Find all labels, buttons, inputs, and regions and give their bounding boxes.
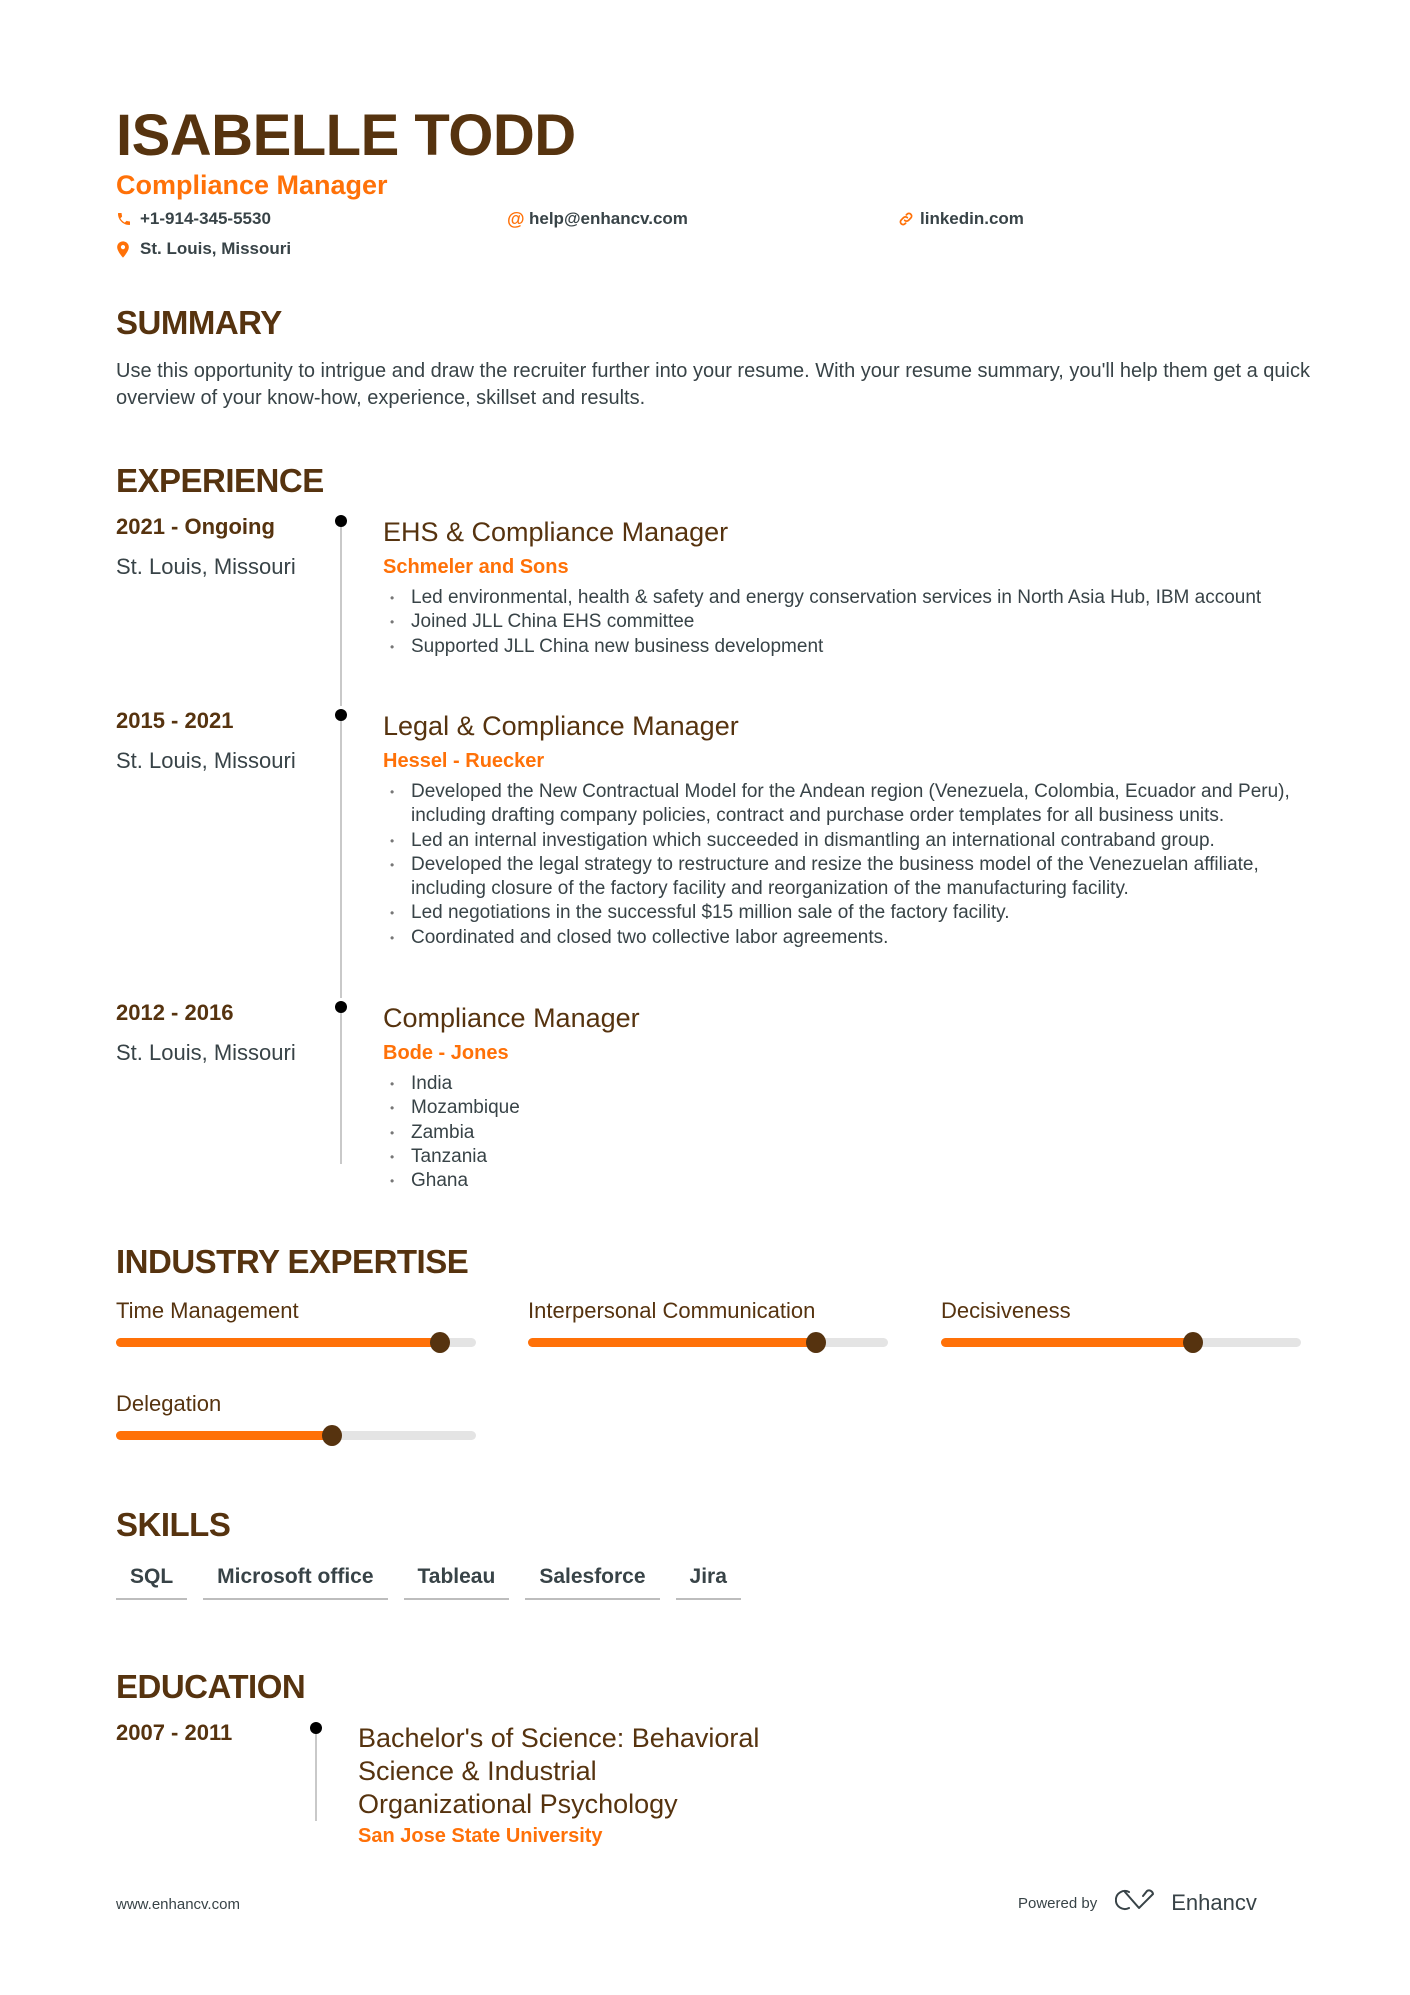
experience-company: Hessel - Ruecker bbox=[383, 750, 545, 772]
link-icon bbox=[898, 211, 920, 227]
expertise-bar-knob bbox=[430, 1332, 450, 1353]
expertise-bar-fill bbox=[941, 1338, 1193, 1347]
education-school: San Jose State University bbox=[358, 1825, 603, 1847]
expertise-bar-fill bbox=[116, 1431, 332, 1440]
expertise-label: Interpersonal Communication bbox=[528, 1298, 816, 1323]
expertise-bar bbox=[941, 1332, 1301, 1353]
expertise-bar-fill bbox=[528, 1338, 816, 1347]
skill-tag: SQL bbox=[116, 1562, 188, 1600]
skills-heading: SKILLS bbox=[116, 1506, 231, 1543]
bullet-item: Led environmental, health & safety and e… bbox=[383, 586, 1313, 611]
at-icon: @ bbox=[507, 209, 525, 229]
experience-title: EHS & Compliance Manager bbox=[383, 517, 729, 547]
expertise-label: Time Management bbox=[116, 1298, 299, 1323]
bullet-item: Mozambique bbox=[383, 1096, 1313, 1121]
brand-name: Enhancv bbox=[1171, 1890, 1257, 1915]
experience-dates: 2021 - Ongoing bbox=[116, 514, 275, 539]
experience-title: Legal & Compliance Manager bbox=[383, 711, 739, 741]
timeline-dot bbox=[310, 1722, 322, 1734]
skill-tag: Tableau bbox=[403, 1562, 510, 1600]
expertise-bar bbox=[116, 1332, 476, 1353]
experience-location: St. Louis, Missouri bbox=[116, 748, 296, 773]
experience-heading: EXPERIENCE bbox=[116, 462, 324, 499]
timeline-line bbox=[340, 521, 342, 706]
bullet-item: Joined JLL China EHS committee bbox=[383, 610, 1313, 635]
experience-location: St. Louis, Missouri bbox=[116, 554, 296, 579]
footer-website[interactable]: www.enhancv.com bbox=[116, 1896, 240, 1913]
expertise-heading: INDUSTRY EXPERTISE bbox=[116, 1243, 469, 1280]
experience-dates: 2012 - 2016 bbox=[116, 1000, 234, 1025]
experience-bullets: Led environmental, health & safety and e… bbox=[383, 586, 1313, 659]
experience-dates: 2015 - 2021 bbox=[116, 708, 234, 733]
phone-icon bbox=[116, 211, 140, 227]
bullet-item: Supported JLL China new business develop… bbox=[383, 635, 1313, 660]
experience-company: Bode - Jones bbox=[383, 1042, 509, 1064]
skill-tag: Jira bbox=[675, 1562, 741, 1600]
expertise-bar-knob bbox=[322, 1425, 342, 1446]
experience-title: Compliance Manager bbox=[383, 1003, 640, 1033]
footer-branding[interactable]: Powered by Enhancv bbox=[1018, 1888, 1257, 1918]
summary-text: Use this opportunity to intrigue and dra… bbox=[116, 360, 1310, 409]
education-degree: Bachelor's of Science: Behavioral Scienc… bbox=[358, 1723, 760, 1819]
experience-bullets: India Mozambique Zambia Tanzania Ghana bbox=[383, 1072, 1313, 1194]
linkedin-value: linkedin.com bbox=[920, 209, 1024, 228]
location-value: St. Louis, Missouri bbox=[140, 239, 292, 258]
expertise-label: Decisiveness bbox=[941, 1298, 1071, 1323]
timeline-dot bbox=[335, 709, 347, 721]
bullet-item: Developed the legal strategy to restruct… bbox=[383, 853, 1313, 902]
timeline-dot bbox=[335, 1001, 347, 1013]
experience-company: Schmeler and Sons bbox=[383, 556, 569, 578]
bullet-item: Led an internal investigation which succ… bbox=[383, 829, 1313, 854]
timeline-line bbox=[315, 1728, 317, 1821]
enhancv-logo-icon bbox=[1115, 1888, 1161, 1918]
contact-email[interactable]: @ help@enhancv.com bbox=[507, 208, 688, 230]
contact-location: St. Louis, Missouri bbox=[116, 238, 291, 260]
bullet-item: Led negotiations in the successful $15 m… bbox=[383, 901, 1313, 926]
bullet-item: Ghana bbox=[383, 1169, 1313, 1194]
expertise-label: Delegation bbox=[116, 1391, 222, 1416]
bullet-item: Tanzania bbox=[383, 1145, 1313, 1170]
expertise-bar-fill bbox=[116, 1338, 440, 1347]
location-pin-icon bbox=[116, 240, 140, 258]
bullet-item: India bbox=[383, 1072, 1313, 1097]
timeline-line bbox=[340, 715, 342, 998]
timeline-line bbox=[340, 1007, 342, 1164]
bullet-item: Developed the New Contractual Model for … bbox=[383, 780, 1313, 829]
experience-location: St. Louis, Missouri bbox=[116, 1040, 296, 1065]
bullet-item: Coordinated and closed two collective la… bbox=[383, 926, 1313, 951]
expertise-bar bbox=[528, 1332, 888, 1353]
skill-tag: Microsoft office bbox=[203, 1562, 388, 1600]
email-value: help@enhancv.com bbox=[529, 209, 688, 228]
expertise-bar-knob bbox=[806, 1332, 826, 1353]
expertise-bar bbox=[116, 1425, 476, 1446]
contact-linkedin[interactable]: linkedin.com bbox=[898, 208, 1024, 230]
enhancv-brand: Enhancv bbox=[1115, 1888, 1257, 1918]
candidate-name: ISABELLE TODD bbox=[116, 103, 576, 168]
phone-value: +1-914-345-5530 bbox=[140, 209, 271, 228]
education-heading: EDUCATION bbox=[116, 1668, 306, 1705]
summary-heading: SUMMARY bbox=[116, 304, 282, 341]
candidate-role: Compliance Manager bbox=[116, 170, 388, 200]
skill-tag: Salesforce bbox=[525, 1562, 660, 1600]
contact-phone[interactable]: +1-914-345-5530 bbox=[116, 208, 271, 230]
skills-list: SQL Microsoft office Tableau Salesforce … bbox=[116, 1562, 741, 1600]
expertise-bar-knob bbox=[1183, 1332, 1203, 1353]
powered-by-label: Powered by bbox=[1018, 1894, 1098, 1912]
experience-bullets: Developed the New Contractual Model for … bbox=[383, 780, 1313, 950]
education-dates: 2007 - 2011 bbox=[116, 1720, 233, 1745]
bullet-item: Zambia bbox=[383, 1121, 1313, 1146]
timeline-dot bbox=[335, 515, 347, 527]
